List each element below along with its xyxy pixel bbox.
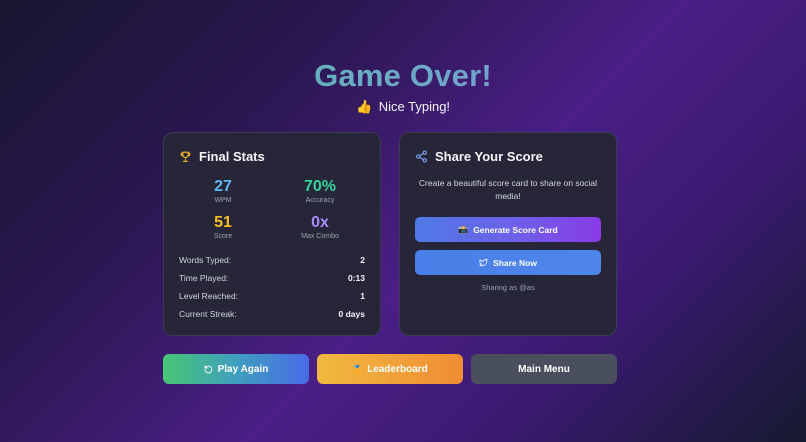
stat-row-time-played: Time Played: 0:13	[179, 273, 365, 283]
trophy-icon	[179, 150, 192, 163]
stat-accuracy-value: 70%	[303, 178, 337, 195]
main-menu-button[interactable]: Main Menu	[471, 354, 617, 384]
stat-accuracy-label: Accuracy	[305, 197, 335, 204]
stat-row-value: 1	[360, 291, 365, 301]
stat-score-value: 51	[214, 214, 232, 231]
share-now-label: Share Now	[493, 257, 537, 268]
stat-max-combo: 0x Max Combo	[275, 214, 365, 240]
thumbs-up-icon: 👍	[355, 99, 373, 114]
stat-wpm-value: 27	[214, 178, 232, 195]
stat-row-value: 0 days	[338, 309, 365, 319]
sharing-as-text: Sharing as @as	[481, 283, 535, 292]
leaderboard-label: Leaderboard	[367, 363, 428, 375]
share-icon	[415, 150, 428, 163]
stat-row-label: Current Streak:	[179, 309, 237, 319]
stat-row-current-streak: Current Streak: 0 days	[179, 309, 365, 319]
stat-row-value: 0:13	[347, 273, 365, 283]
final-stats-header: Final Stats	[179, 149, 265, 164]
page-title: Game Over!	[0, 58, 806, 94]
share-description: Create a beautiful score card to share o…	[418, 178, 598, 201]
stat-score-label: Score	[213, 233, 233, 240]
camera-icon: 📸	[458, 225, 469, 234]
twitter-bird-icon	[479, 258, 488, 267]
refresh-icon	[204, 365, 213, 374]
generate-score-card-button[interactable]: 📸 Generate Score Card	[415, 217, 601, 242]
stat-wpm: 27 WPM	[178, 178, 268, 204]
stat-row-label: Words Typed:	[179, 255, 232, 265]
subtitle: 👍 Nice Typing!	[0, 99, 806, 115]
final-stats-title: Final Stats	[199, 149, 265, 164]
stat-max-combo-label: Max Combo	[301, 233, 339, 240]
medal-icon: 🏅	[352, 364, 363, 374]
stat-row-words-typed: Words Typed: 2	[179, 255, 365, 265]
play-again-label: Play Again	[217, 363, 269, 375]
main-menu-label: Main Menu	[518, 363, 570, 375]
stat-max-combo-value: 0x	[311, 214, 329, 231]
play-again-button[interactable]: Play Again	[163, 354, 309, 384]
subtitle-text: Nice Typing!	[378, 99, 451, 114]
stat-accuracy: 70% Accuracy	[275, 178, 365, 204]
stat-row-level-reached: Level Reached: 1	[179, 291, 365, 301]
leaderboard-button[interactable]: 🏅 Leaderboard	[317, 354, 463, 384]
stat-wpm-label: WPM	[214, 197, 232, 204]
stat-row-value: 2	[360, 255, 365, 265]
share-now-button[interactable]: Share Now	[415, 250, 601, 275]
share-score-title: Share Your Score	[435, 149, 543, 164]
generate-score-card-label: Generate Score Card	[473, 224, 558, 235]
share-score-header: Share Your Score	[415, 149, 543, 164]
stat-row-label: Level Reached:	[179, 291, 239, 301]
stat-score: 51 Score	[178, 214, 268, 240]
stat-row-label: Time Played:	[179, 273, 229, 283]
